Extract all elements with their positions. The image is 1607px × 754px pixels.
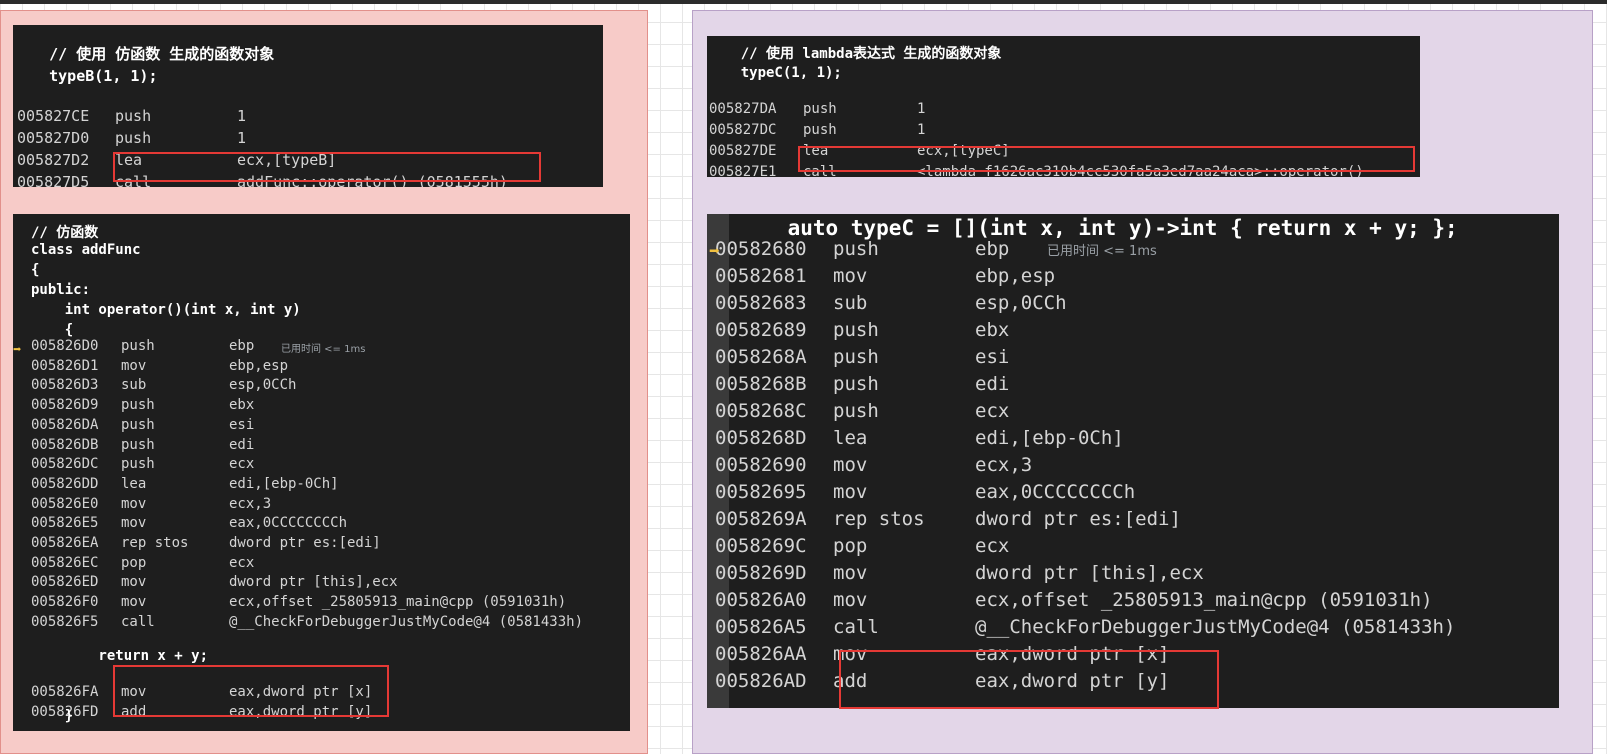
source-call-line: typeC(1, 1);	[707, 65, 842, 81]
source-lambda-line: auto typeC = [](int x, int y)->int { ret…	[737, 216, 1458, 240]
source-close-line: }	[31, 708, 74, 724]
elapsed-time-label: 已用时间 <= 1ms	[1047, 244, 1157, 259]
source-line: // 仿函数	[31, 225, 99, 241]
lambda-call-highlight-box	[798, 146, 1415, 172]
elapsed-time-label: 已用时间 <= 1ms	[281, 344, 366, 355]
source-line: int operator()(int x, int y)	[31, 302, 301, 318]
asm-row: 005827D5 call addFunc::operator() (0581555…	[17, 173, 508, 187]
source-line: {	[31, 262, 40, 278]
top-bar	[0, 0, 1607, 4]
asm-row: 005827E1 call <lambda_f1626ac310b4cc530fa5…	[709, 164, 1364, 177]
instruction-pointer-arrow-icon: ➡	[13, 342, 22, 358]
source-line: {	[31, 322, 74, 338]
source-call-line: typeB(1, 1);	[13, 67, 158, 85]
source-return-line: return x + y;	[31, 648, 209, 664]
call-highlight-box	[113, 152, 541, 182]
source-comment-line: // 使用 仿函数 生成的函数对象	[13, 45, 275, 63]
functor-body-disassembly: // 仿函数 class addFunc { public: int opera…	[13, 214, 630, 731]
add-highlight-box	[839, 650, 1219, 709]
source-line: public:	[31, 282, 91, 298]
lambda-body-disassembly: auto typeC = [](int x, int y)->int { ret…	[707, 214, 1559, 708]
add-highlight-box	[113, 665, 389, 717]
instruction-pointer-arrow-icon: ➡	[709, 241, 720, 262]
source-comment-line: // 使用 lambda表达式 生成的函数对象	[707, 46, 1002, 62]
source-line: class addFunc	[31, 242, 141, 258]
